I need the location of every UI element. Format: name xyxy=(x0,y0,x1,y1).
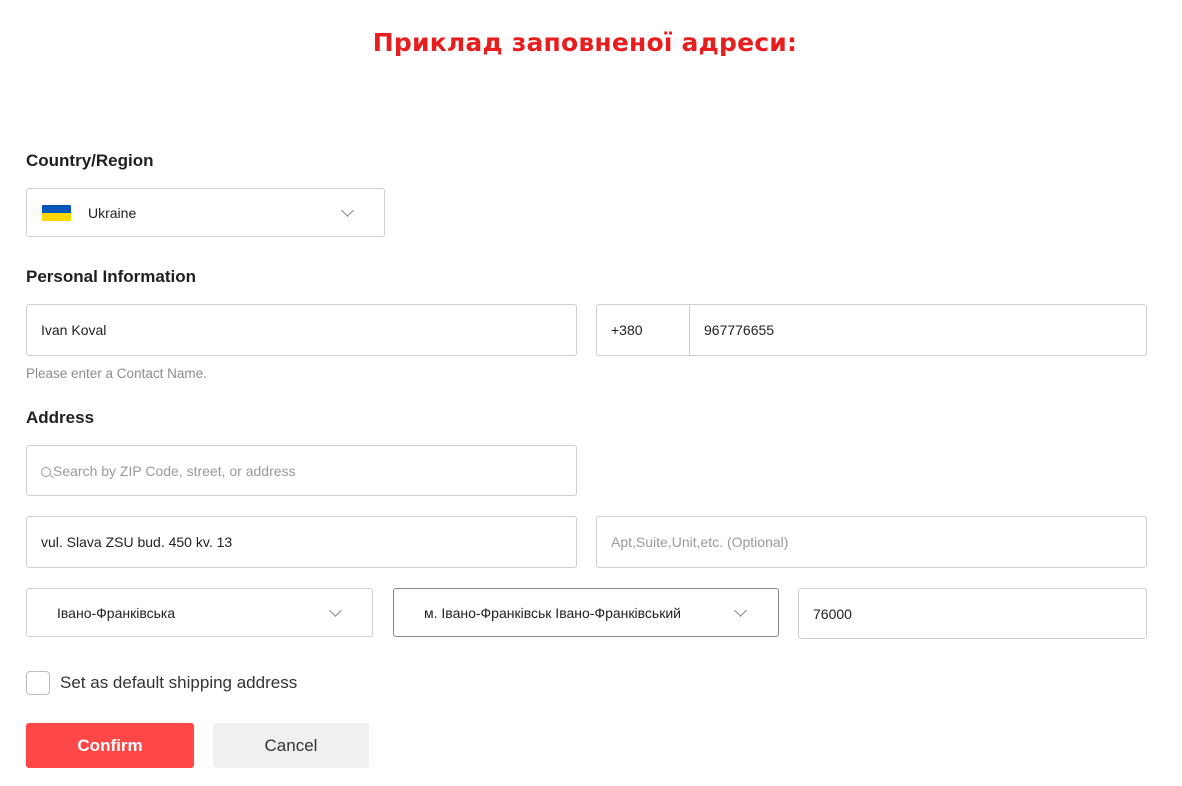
address-search-placeholder: Search by ZIP Code, street, or address xyxy=(53,462,296,479)
cancel-button[interactable]: Cancel xyxy=(213,723,369,768)
zip-code-input[interactable]: 76000 xyxy=(798,588,1147,639)
address-search-input[interactable]: Search by ZIP Code, street, or address xyxy=(26,445,577,496)
personal-info-label: Personal Information xyxy=(26,267,197,286)
street-address-value: vul. Slava ZSU bud. 450 kv. 13 xyxy=(41,534,233,550)
banner-title: Приклад заповненої адреси: xyxy=(372,28,798,57)
city-select[interactable]: м. Івано-Франківськ Івано-Франківський xyxy=(393,588,779,637)
country-region-label: Country/Region xyxy=(26,151,154,170)
city-select-value: м. Івано-Франківськ Івано-Франківський xyxy=(424,604,681,621)
ukraine-flag-icon xyxy=(42,205,71,221)
phone-code-value: +380 xyxy=(611,322,643,338)
apt-suite-input[interactable]: Apt,Suite,Unit,etc. (Optional) xyxy=(596,516,1147,568)
search-icon xyxy=(41,466,51,477)
phone-number-input[interactable]: 967776655 xyxy=(689,304,1147,356)
phone-number-value: 967776655 xyxy=(704,322,775,338)
apt-suite-placeholder: Apt,Suite,Unit,etc. (Optional) xyxy=(611,534,789,550)
chevron-down-icon xyxy=(734,604,747,617)
region-select[interactable]: Івано-Франківська xyxy=(26,588,373,637)
default-address-checkbox[interactable] xyxy=(26,671,50,695)
zip-code-value: 76000 xyxy=(813,605,852,622)
chevron-down-icon xyxy=(329,604,342,617)
contact-name-value: Ivan Koval xyxy=(41,322,107,338)
region-select-value: Івано-Франківська xyxy=(57,604,176,621)
street-address-input[interactable]: vul. Slava ZSU bud. 450 kv. 13 xyxy=(26,516,577,568)
country-select[interactable]: Ukraine xyxy=(26,188,385,237)
phone-code-select[interactable]: +380 xyxy=(596,304,690,356)
chevron-down-icon xyxy=(341,204,354,217)
default-address-label: Set as default shipping address xyxy=(60,673,298,692)
contact-name-hint: Please enter a Contact Name. xyxy=(26,366,207,381)
address-label: Address xyxy=(26,408,95,427)
confirm-button[interactable]: Confirm xyxy=(26,723,194,768)
country-select-value: Ukraine xyxy=(88,204,137,221)
contact-name-input[interactable]: Ivan Koval xyxy=(26,304,577,356)
